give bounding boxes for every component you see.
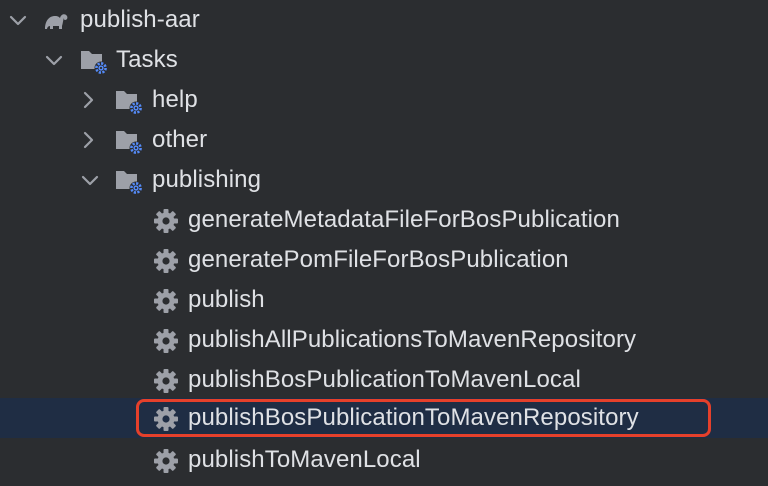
- tree-node-label: publishing: [152, 166, 262, 193]
- tree-node-label: publish-aar: [80, 6, 200, 33]
- task-label: generateMetadataFileForBosPublication: [188, 206, 620, 233]
- task-item[interactable]: publishToMavenLocal: [0, 440, 768, 480]
- gear-icon: [152, 287, 180, 315]
- chevron-down-icon[interactable]: [42, 48, 66, 72]
- gradle-elephant-icon: [42, 7, 70, 35]
- gear-icon: [152, 247, 180, 275]
- task-item[interactable]: generatePomFileForBosPublication: [0, 240, 768, 280]
- task-item[interactable]: publishBosPublicationToMavenLocal: [0, 360, 768, 400]
- task-item[interactable]: generateMetadataFileForBosPublication: [0, 200, 768, 240]
- tree-node-publish-aar[interactable]: publish-aar: [0, 0, 768, 40]
- task-item[interactable]: publishAllPublicationsToMavenRepository: [0, 320, 768, 360]
- tree-node-tasks[interactable]: Tasks: [0, 40, 768, 80]
- tree-node-help[interactable]: help: [0, 80, 768, 120]
- task-label: publishAllPublicationsToMavenRepository: [188, 326, 637, 353]
- folder-gear-icon: [115, 87, 143, 115]
- gear-icon: [152, 405, 180, 433]
- chevron-right-icon[interactable]: [76, 88, 100, 112]
- gear-icon: [152, 367, 180, 395]
- tree-node-label: help: [152, 86, 198, 113]
- task-label: generatePomFileForBosPublication: [188, 246, 569, 273]
- tree-node-label: Tasks: [116, 46, 178, 73]
- tree-node-publishing[interactable]: publishing: [0, 160, 768, 200]
- tree-node-label: other: [152, 126, 208, 153]
- folder-gear-icon: [115, 167, 143, 195]
- folder-gear-icon: [115, 127, 143, 155]
- task-item[interactable]: publish: [0, 280, 768, 320]
- task-label: publishBosPublicationToMavenRepository: [188, 404, 639, 431]
- gradle-tasks-tree: publish-aar Tasks help other publishing …: [0, 0, 768, 486]
- chevron-right-icon[interactable]: [76, 128, 100, 152]
- folder-gear-icon: [80, 47, 108, 75]
- chevron-down-icon[interactable]: [78, 168, 102, 192]
- chevron-down-icon[interactable]: [6, 8, 30, 32]
- task-label: publishBosPublicationToMavenLocal: [188, 366, 581, 393]
- gear-icon: [152, 207, 180, 235]
- task-label: publishToMavenLocal: [188, 446, 421, 473]
- gear-icon: [152, 447, 180, 475]
- task-item-selected[interactable]: publishBosPublicationToMavenRepository: [0, 398, 768, 438]
- task-label: publish: [188, 286, 265, 313]
- tree-node-other[interactable]: other: [0, 120, 768, 160]
- gear-icon: [152, 327, 180, 355]
